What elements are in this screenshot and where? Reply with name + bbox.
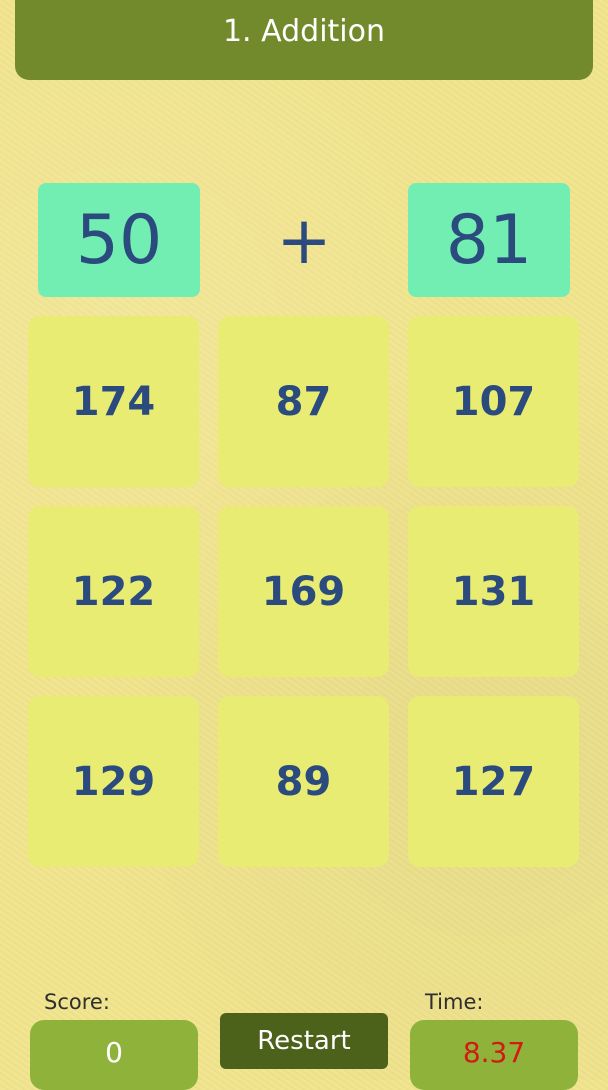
restart-button[interactable]: Restart (220, 1013, 388, 1069)
right-operand: 81 (408, 183, 570, 297)
score-label: Score: (44, 990, 110, 1014)
answer-tile[interactable]: 87 (218, 316, 389, 487)
answer-grid: 174 87 107 122 169 131 129 89 127 (28, 316, 580, 868)
time-label: Time: (425, 990, 484, 1014)
answer-tile[interactable]: 131 (408, 506, 579, 677)
left-operand: 50 (38, 183, 200, 297)
answer-tile[interactable]: 169 (218, 506, 389, 677)
answer-tile[interactable]: 127 (408, 696, 579, 867)
answer-tile[interactable]: 107 (408, 316, 579, 487)
operator-sign: + (276, 201, 332, 279)
title-bar: 1. Addition (15, 0, 593, 80)
answer-tile[interactable]: 174 (28, 316, 199, 487)
answer-tile[interactable]: 89 (218, 696, 389, 867)
level-title: 1. Addition (222, 13, 386, 49)
answer-tile[interactable]: 122 (28, 506, 199, 677)
answer-tile[interactable]: 129 (28, 696, 199, 867)
